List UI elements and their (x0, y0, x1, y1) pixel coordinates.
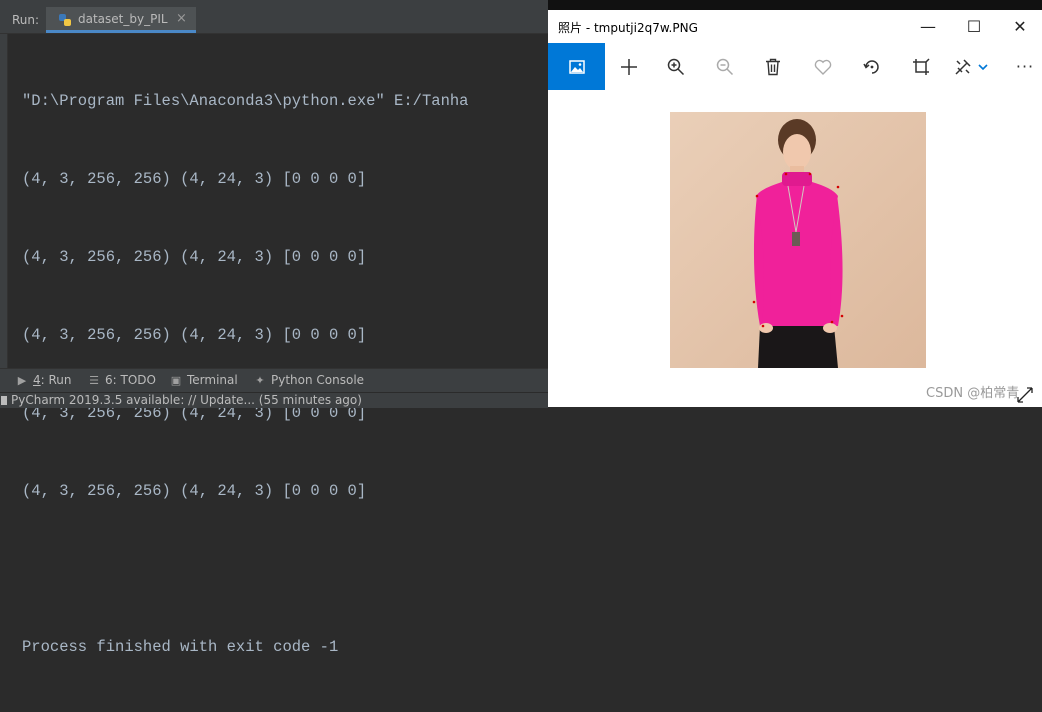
delete-button[interactable] (753, 43, 793, 90)
editor-tab-strip (0, 0, 548, 7)
add-button[interactable] (609, 43, 649, 90)
rotate-icon (863, 59, 879, 74)
zoom-in-icon (667, 58, 685, 75)
list-icon: ☰ (89, 374, 99, 387)
window-title: 照片 - tmputji2q7w.PNG (558, 21, 698, 35)
play-icon: ▶ (17, 374, 27, 387)
tool-window-todo[interactable]: ☰ 6: TODO (88, 373, 156, 387)
run-side-toolbar (0, 34, 8, 368)
close-icon[interactable]: × (176, 11, 187, 26)
console-exit-line: Process finished with exit code -1 (22, 638, 339, 656)
update-notification[interactable]: PyCharm 2019.3.5 available: // Update...… (11, 393, 362, 407)
more-button[interactable]: ··· (1005, 43, 1042, 90)
console-line: (4, 3, 256, 256) (4, 24, 3) [0 0 0 0] (22, 248, 367, 266)
minimize-button[interactable]: — (905, 10, 951, 43)
photos-window: 照片 - tmputji2q7w.PNG — ☐ ✕ ··· CSDN @柏常青 (548, 10, 1042, 407)
tool-window-run-number: 4 (33, 373, 41, 387)
edit-icon (955, 58, 971, 75)
displayed-photo (670, 112, 926, 368)
zoom-in-button[interactable] (656, 43, 696, 90)
delete-icon (766, 58, 780, 75)
add-icon (621, 58, 637, 75)
fullscreen-icon[interactable] (1016, 386, 1034, 404)
favorite-icon (814, 59, 832, 75)
edit-create-button[interactable] (946, 43, 996, 90)
more-icon: ··· (1015, 57, 1035, 76)
python-icon (59, 14, 71, 26)
python-console-icon: ✦ (255, 374, 265, 387)
console-line: (4, 3, 256, 256) (4, 24, 3) [0 0 0 0] (22, 482, 367, 500)
run-tab-label: dataset_by_PIL (78, 12, 168, 26)
tool-window-bar: ▶ 4: Run ☰ 6: TODO ▣ Terminal ✦ Python Conso… (0, 368, 548, 393)
console-line: (4, 3, 256, 256) (4, 24, 3) [0 0 0 0] (22, 170, 367, 188)
close-button[interactable]: ✕ (997, 10, 1042, 43)
crop-button[interactable] (901, 43, 941, 90)
csdn-watermark: CSDN @柏常青 (926, 386, 1020, 401)
terminal-icon: ▣ (170, 374, 182, 387)
tool-window-todo-label: 6: TODO (105, 373, 156, 387)
tool-window-run-label: : Run (40, 373, 72, 387)
run-label: Run: (12, 13, 40, 27)
title-bar: 照片 - tmputji2q7w.PNG — ☐ ✕ (548, 10, 1042, 43)
image-icon (568, 59, 585, 74)
console-line: "D:\Program Files\Anaconda3\python.exe" … (22, 92, 469, 110)
maximize-button[interactable]: ☐ (951, 10, 997, 43)
console-line: (4, 3, 256, 256) (4, 24, 3) [0 0 0 0] (22, 326, 367, 344)
crop-icon (913, 57, 930, 75)
zoom-out-button[interactable] (705, 43, 745, 90)
tool-window-python-console[interactable]: ✦ Python Console (254, 373, 364, 387)
status-indicator-icon (1, 396, 7, 405)
command-bar: ··· (548, 43, 1042, 90)
run-config-tab[interactable]: dataset_by_PIL × (46, 7, 196, 33)
tool-window-terminal-label: Terminal (187, 373, 238, 387)
desktop-strip (548, 0, 1042, 10)
view-image-button[interactable] (548, 43, 605, 90)
status-bar: PyCharm 2019.3.5 available: // Update...… (0, 392, 548, 408)
rotate-button[interactable] (852, 43, 892, 90)
pycharm-window: Run: dataset_by_PIL × "D:\Program Files\… (0, 0, 548, 656)
tool-window-run[interactable]: ▶ 4: Run (16, 373, 72, 387)
favorite-button[interactable] (803, 43, 843, 90)
zoom-out-icon (716, 58, 734, 75)
chevron-down-icon (978, 63, 988, 70)
run-tool-window-header: Run: dataset_by_PIL × (0, 7, 548, 34)
tool-window-terminal[interactable]: ▣ Terminal (170, 373, 238, 387)
tool-window-python-console-label: Python Console (271, 373, 365, 387)
